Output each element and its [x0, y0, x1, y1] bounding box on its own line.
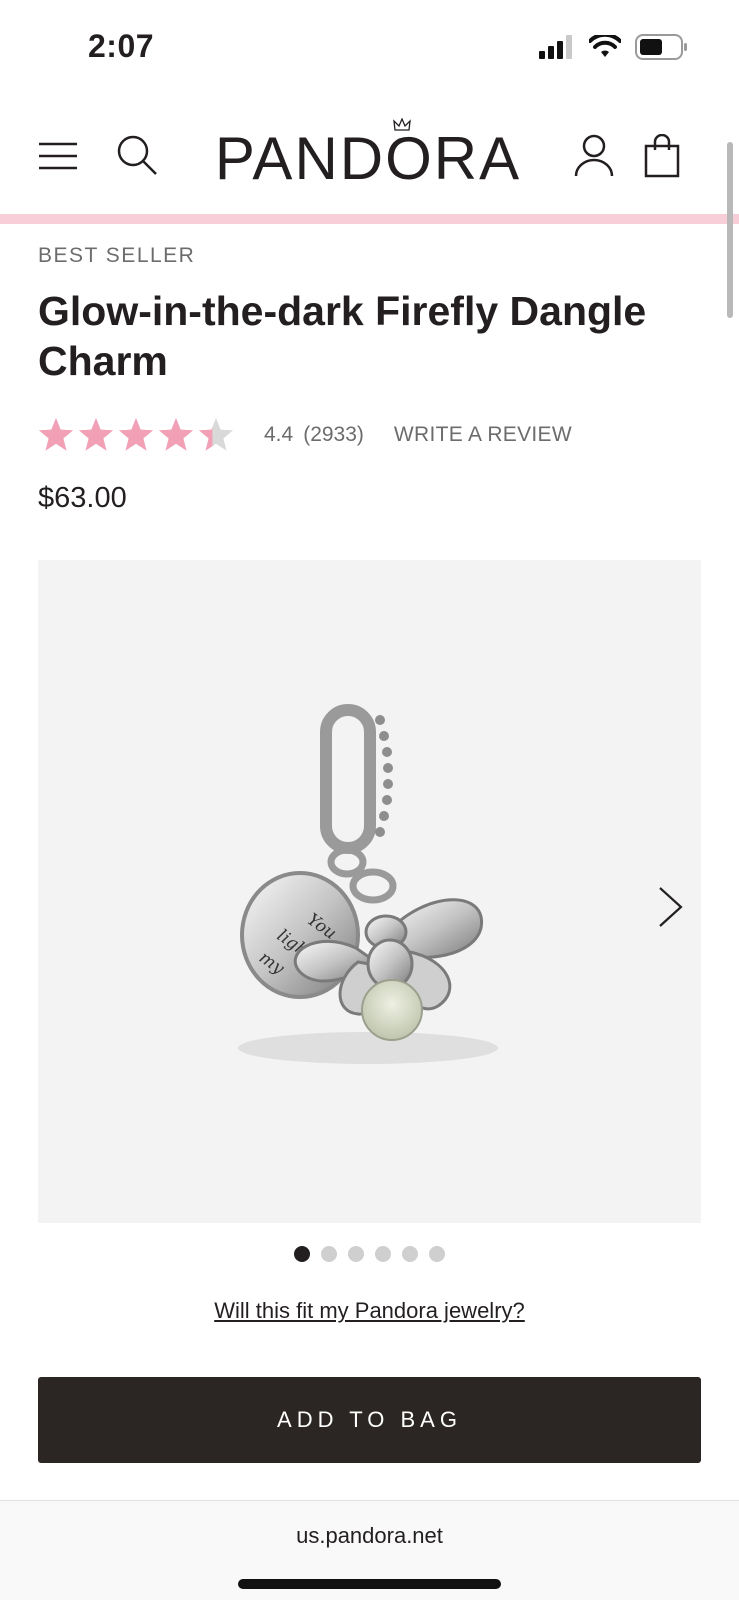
carousel-dot[interactable] — [375, 1246, 391, 1262]
carousel-dot[interactable] — [321, 1246, 337, 1262]
rating-row: 4.4 (2933) WRITE A REVIEW — [38, 414, 572, 456]
star-icon — [199, 418, 233, 451]
signal-icon — [539, 35, 572, 59]
review-count[interactable]: (2933) — [303, 423, 364, 447]
bag-icon[interactable] — [644, 134, 680, 178]
logo-text: PANDORA — [214, 125, 522, 192]
site-header: PANDORA — [0, 110, 739, 210]
carousel-pagination — [0, 1246, 739, 1262]
status-time: 2:07 — [88, 28, 155, 64]
bail-beads — [375, 715, 393, 837]
battery-icon — [635, 34, 687, 60]
header-divider — [0, 214, 739, 224]
star-icon — [159, 418, 193, 451]
product-price: $63.00 — [38, 482, 127, 514]
firefly-charm-image: You light my — [238, 704, 498, 1064]
url-bar[interactable]: us.pandora.net — [0, 1523, 739, 1549]
carousel-dot[interactable] — [294, 1246, 310, 1262]
add-to-bag-button[interactable]: ADD TO BAG — [38, 1377, 701, 1463]
rating-value: 4.4 — [264, 423, 294, 446]
status-icons — [539, 34, 689, 60]
next-image-chevron-icon[interactable] — [655, 885, 685, 929]
search-icon[interactable] — [116, 134, 160, 178]
status-bar: 2:07 — [0, 0, 739, 96]
home-indicator[interactable] — [238, 1579, 501, 1589]
carousel-dot[interactable] — [429, 1246, 445, 1262]
crown-icon — [393, 118, 411, 131]
star-icon — [39, 418, 73, 451]
star-rating[interactable] — [38, 417, 234, 453]
star-icon — [79, 418, 113, 451]
scrollbar[interactable] — [727, 142, 733, 318]
fit-compatibility-link[interactable]: Will this fit my Pandora jewelry? — [0, 1298, 739, 1324]
product-title: Glow-in-the-dark Firefly Dangle Charm — [38, 288, 647, 384]
carousel-dot[interactable] — [402, 1246, 418, 1262]
account-icon[interactable] — [574, 134, 614, 178]
wifi-icon — [589, 35, 621, 57]
best-seller-label: BEST SELLER — [38, 244, 196, 267]
carousel-dot[interactable] — [348, 1246, 364, 1262]
write-review-link[interactable]: WRITE A REVIEW — [394, 423, 572, 447]
menu-icon[interactable] — [38, 134, 78, 178]
pandora-logo[interactable]: PANDORA — [213, 118, 523, 193]
product-image-carousel[interactable]: You light my — [38, 560, 701, 1223]
star-icon — [119, 418, 153, 451]
browser-bottom-bar: us.pandora.net — [0, 1500, 739, 1600]
